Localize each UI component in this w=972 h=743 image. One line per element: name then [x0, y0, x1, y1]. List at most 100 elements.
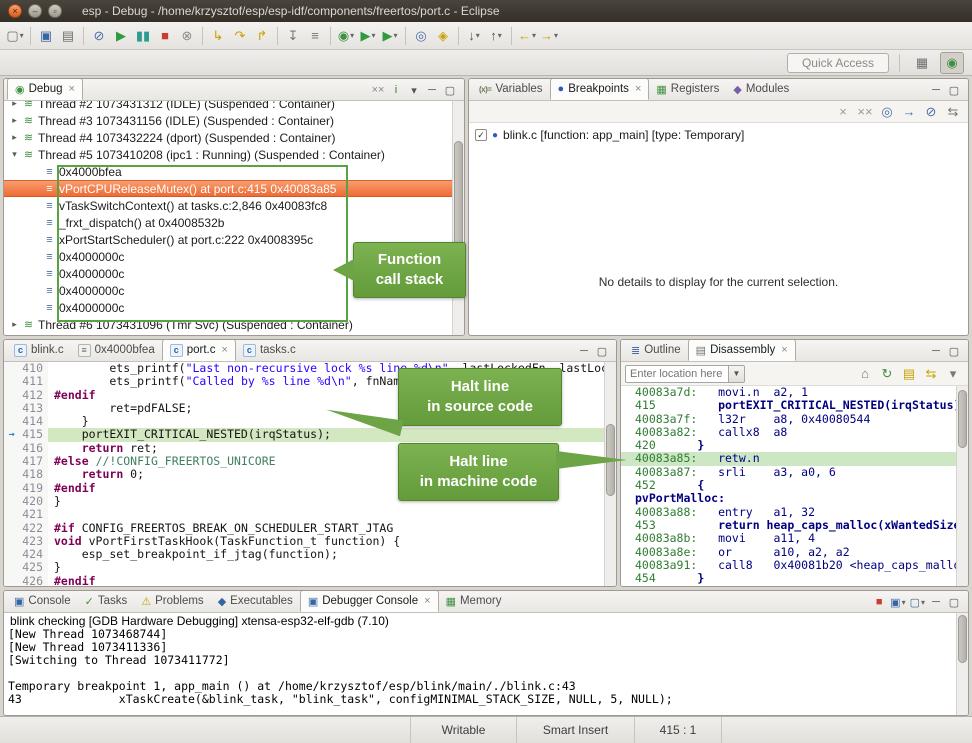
dropdown-arrow-icon[interactable]: ▾ — [498, 31, 502, 40]
maximize-icon[interactable]: ▢ — [945, 81, 963, 99]
show-source-icon[interactable]: ▤ — [898, 363, 920, 385]
disassembly-line[interactable]: 420 } — [635, 439, 956, 452]
debug-icon[interactable]: ◉▾ — [335, 25, 357, 47]
maximize-icon[interactable]: ▢ — [441, 81, 459, 99]
disassembly-line[interactable]: 415 portEXIT_CRITICAL_NESTED(irqStatus); — [635, 399, 956, 412]
terminate-icon[interactable]: ■ — [154, 25, 176, 47]
tab-problems[interactable]: ⚠Problems — [134, 590, 210, 612]
view-menu-icon[interactable]: ▾ — [405, 81, 423, 99]
scrollbar-thumb[interactable] — [958, 615, 967, 663]
quick-access-button[interactable]: Quick Access — [787, 53, 889, 73]
close-tab-icon[interactable]: × — [635, 83, 641, 95]
tab-outline[interactable]: ≣Outline — [624, 339, 688, 361]
suspend-icon[interactable]: ▮▮ — [132, 25, 154, 47]
tab-breakpoints[interactable]: ●Breakpoints× — [550, 78, 650, 100]
scrollbar-thumb[interactable] — [958, 390, 967, 448]
remove-all-breakpoints-icon[interactable]: ×× — [854, 101, 876, 123]
drop-to-frame-icon[interactable]: ↧ — [282, 25, 304, 47]
sync-with-active-context-icon[interactable]: ⇆ — [920, 363, 942, 385]
minimize-icon[interactable]: ─ — [575, 342, 593, 360]
debug-thread-row[interactable]: ▸≋Thread #3 1073431156 (IDLE) (Suspended… — [4, 112, 452, 129]
run-icon[interactable]: ▶▾ — [357, 25, 379, 47]
go-to-file-for-breakpoint-icon[interactable]: → — [898, 101, 920, 123]
stack-frame-row[interactable]: ≡0x4000bfea — [4, 163, 452, 180]
stack-frame-row[interactable]: ≡_frxt_dispatch() at 0x4008532b — [4, 214, 452, 231]
breakpoint-checkbox[interactable]: ✓ — [475, 129, 487, 141]
disassembly-line[interactable]: 40083a8e: or a10, a2, a2 — [635, 546, 956, 559]
skip-all-breakpoints-icon[interactable]: ⊘ — [920, 101, 942, 123]
tree-expander-icon[interactable]: ▸ — [8, 115, 21, 126]
tab-executables[interactable]: ◆Executables — [211, 590, 300, 612]
open-element-icon[interactable]: ◎ — [410, 25, 432, 47]
stack-frame-row[interactable]: ≡vTaskSwitchContext() at tasks.c:2,846 0… — [4, 197, 452, 214]
dropdown-arrow-icon[interactable]: ▾ — [532, 31, 536, 40]
stack-frame-row[interactable]: ≡0x4000000c — [4, 299, 452, 316]
console-scrollbar[interactable] — [956, 613, 968, 715]
display-selected-console-icon[interactable]: ▣▾ — [888, 593, 907, 611]
dropdown-arrow-icon[interactable]: ▾ — [350, 31, 354, 40]
disasm-view-menu-icon[interactable]: ▾ — [942, 363, 964, 385]
location-dropdown-icon[interactable]: ▼ — [729, 365, 745, 383]
remove-all-terminated-icon[interactable]: ×× — [369, 81, 387, 99]
breakpoint-row[interactable]: ✓●blink.c [function: app_main] [type: Te… — [469, 127, 968, 143]
tree-expander-icon[interactable]: ▸ — [8, 319, 21, 330]
tab-console[interactable]: ▣Console — [7, 590, 78, 612]
link-with-debug-view-icon[interactable]: ⇆ — [942, 101, 964, 123]
code-line-426[interactable]: 426#endif — [4, 575, 604, 586]
tab-tasks-c[interactable]: ctasks.c — [236, 339, 303, 361]
back-icon[interactable]: ←▾ — [516, 25, 538, 47]
next-annotation-icon[interactable]: ↓▾ — [463, 25, 485, 47]
maximize-icon[interactable]: ▢ — [593, 342, 611, 360]
disassembly-line[interactable]: 40083a82: callx8 a8 — [635, 426, 956, 439]
instruction-stepping-icon[interactable]: ≡ — [304, 25, 326, 47]
dropdown-arrow-icon[interactable]: ▾ — [921, 598, 925, 607]
code-line-422[interactable]: 422#if CONFIG_FREERTOS_BREAK_ON_SCHEDULE… — [4, 522, 604, 535]
code-line-421[interactable]: 421 — [4, 508, 604, 521]
editor-scrollbar[interactable] — [604, 362, 616, 586]
debug-scrollbar[interactable] — [452, 101, 464, 335]
terminate-console-icon[interactable]: ■ — [870, 593, 888, 611]
disassembly-line[interactable]: 40083a7d: movi.n a2, 1 — [635, 386, 956, 399]
minimize-icon[interactable]: ─ — [927, 342, 945, 360]
code-line-424[interactable]: 424 esp_set_breakpoint_if_jtag(function)… — [4, 548, 604, 561]
tab-debug[interactable]: ◉Debug× — [7, 78, 83, 100]
skip-all-breakpoints-icon[interactable]: ⊘ — [88, 25, 110, 47]
disassembly-line[interactable]: 40083a91: call8 0x40081b20 <heap_caps_ma… — [635, 559, 956, 572]
maximize-icon[interactable]: ▢ — [945, 593, 963, 611]
dropdown-arrow-icon[interactable]: ▾ — [20, 31, 24, 40]
save-icon[interactable]: ▣ — [35, 25, 57, 47]
disassembly-line[interactable]: 454 } — [635, 572, 956, 585]
debug-perspective-icon[interactable]: ◉ — [940, 52, 964, 74]
step-over-icon[interactable]: ↷ — [229, 25, 251, 47]
previous-annotation-icon[interactable]: ↑▾ — [485, 25, 507, 47]
disassembly-line[interactable]: 40083a87: srli a3, a0, 6 — [635, 466, 956, 479]
disassembly-line[interactable]: 453 return heap_caps_malloc(xWantedSize — [635, 519, 956, 532]
tab-tasks[interactable]: ✓Tasks — [78, 590, 135, 612]
tab-disassembly[interactable]: ▤Disassembly× — [688, 339, 796, 361]
tab-port-c[interactable]: cport.c× — [162, 339, 236, 361]
open-perspective-icon[interactable]: ▦ — [910, 52, 934, 74]
debug-thread-row[interactable]: ▸≋Thread #2 1073431312 (IDLE) (Suspended… — [4, 101, 452, 112]
close-tab-icon[interactable]: × — [69, 83, 75, 95]
code-line-423[interactable]: 423void vPortFirstTaskHook(TaskFunction_… — [4, 535, 604, 548]
minimize-icon[interactable]: ─ — [423, 81, 441, 99]
window-close-button[interactable]: × — [8, 4, 22, 18]
disassembly-line[interactable]: 40083a7f: l32r a8, 0x40080544 — [635, 413, 956, 426]
tab-debugger-console[interactable]: ▣Debugger Console× — [300, 590, 439, 612]
close-tab-icon[interactable]: × — [222, 344, 228, 356]
window-minimize-button[interactable]: – — [28, 4, 42, 18]
tab-registers[interactable]: ▦Registers — [649, 78, 726, 100]
refresh-icon[interactable]: ↻ — [876, 363, 898, 385]
debug-thread-row[interactable]: ▸≋Thread #6 1073431096 (Tmr Svc) (Suspen… — [4, 316, 452, 333]
disassembly-line[interactable]: 40083a88: entry a1, 32 — [635, 506, 956, 519]
code-line-415[interactable]: →415 portEXIT_CRITICAL_NESTED(irqStatus)… — [4, 428, 604, 441]
mark-occurrences-icon[interactable]: ◈ — [432, 25, 454, 47]
tab-blink-c[interactable]: cblink.c — [7, 339, 71, 361]
dropdown-arrow-icon[interactable]: ▾ — [371, 31, 375, 40]
disconnect-icon[interactable]: ⊗ — [176, 25, 198, 47]
forward-icon[interactable]: →▾ — [538, 25, 560, 47]
debug-thread-row[interactable]: ▾≋Thread #5 1073410208 (ipc1 : Running) … — [4, 146, 452, 163]
tab-0x4000bfea[interactable]: ≡0x4000bfea — [71, 339, 162, 361]
tab-modules[interactable]: ◆Modules — [726, 78, 796, 100]
close-tab-icon[interactable]: × — [781, 344, 787, 356]
